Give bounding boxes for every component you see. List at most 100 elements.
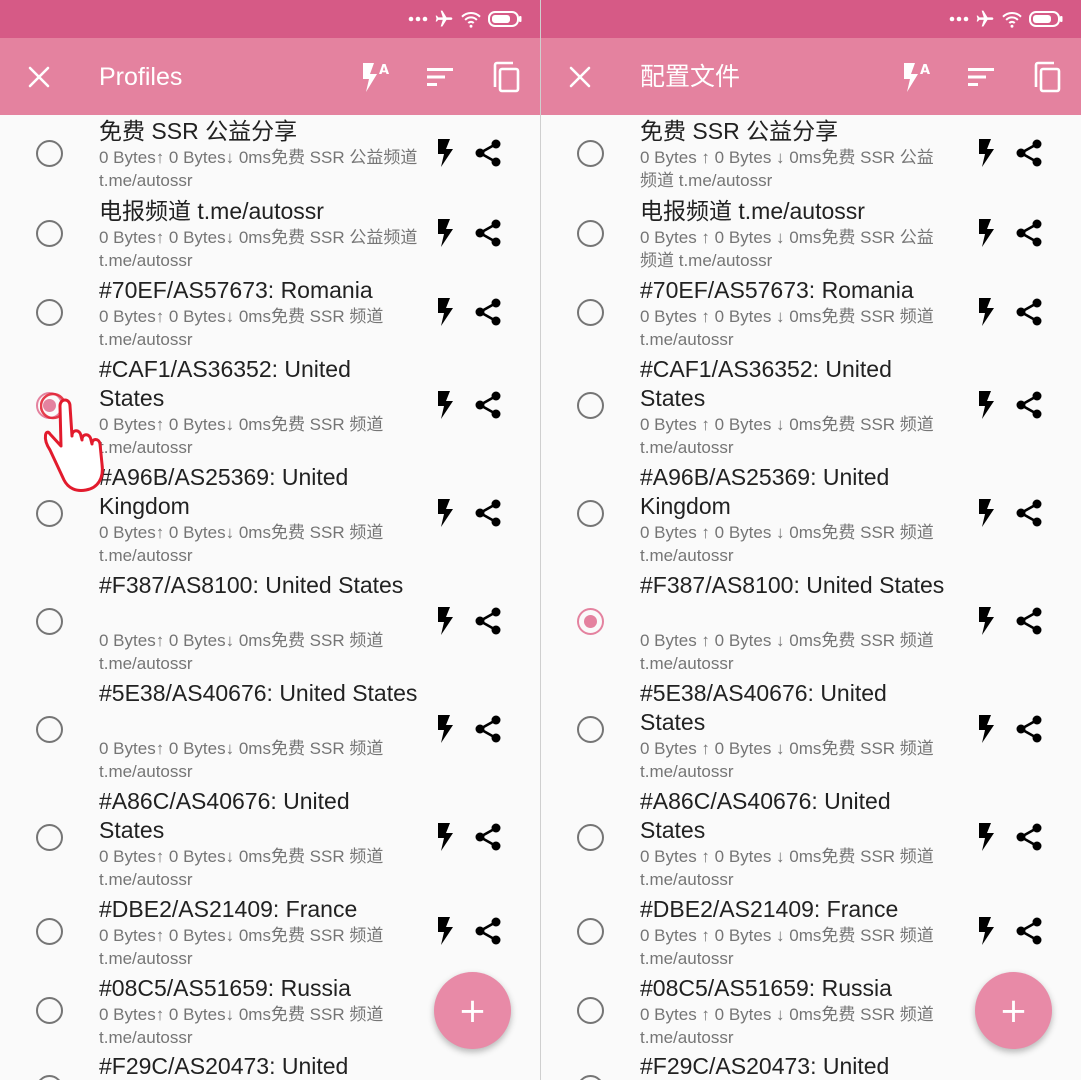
share-button[interactable] bbox=[472, 497, 504, 529]
profile-radio[interactable] bbox=[577, 608, 604, 635]
profile-row[interactable]: #DBE2/AS21409: France 0 Bytes↑ 0 Bytes↓ 0… bbox=[0, 893, 540, 972]
profile-radio[interactable] bbox=[577, 392, 604, 419]
profile-radio[interactable] bbox=[577, 500, 604, 527]
profile-row[interactable]: #A96B/AS25369: United Kingdom 0 Bytes ↑ 0… bbox=[541, 461, 1081, 569]
profile-radio[interactable] bbox=[577, 1075, 604, 1080]
share-button[interactable] bbox=[1013, 497, 1045, 529]
test-all-button[interactable]: A bbox=[896, 57, 936, 97]
profile-radio[interactable] bbox=[36, 608, 63, 635]
test-latency-button[interactable] bbox=[973, 714, 999, 744]
profile-row[interactable]: #F29C/AS20473: United bbox=[541, 1050, 1081, 1080]
close-button[interactable] bbox=[563, 60, 597, 94]
share-button[interactable] bbox=[1013, 713, 1045, 745]
profile-radio[interactable] bbox=[577, 299, 604, 326]
profile-radio[interactable] bbox=[577, 997, 604, 1024]
share-button[interactable] bbox=[472, 915, 504, 947]
profile-row[interactable]: 免费 SSR 公益分享 0 Bytes ↑ 0 Bytes ↓ 0ms免费 SSR… bbox=[541, 115, 1081, 195]
test-latency-button[interactable] bbox=[432, 916, 458, 946]
add-profile-button[interactable]: + bbox=[434, 972, 511, 1049]
share-button[interactable] bbox=[1013, 915, 1045, 947]
profile-stats: 0 Bytes ↑ 0 Bytes ↓ 0ms免费 SSR 频道 t.me/au… bbox=[640, 307, 934, 349]
sort-button[interactable] bbox=[420, 57, 460, 97]
profile-row[interactable]: #70EF/AS57673: Romania 0 Bytes↑ 0 Bytes↓ … bbox=[0, 274, 540, 353]
profile-row[interactable]: #5E38/AS40676: United States 0 Bytes ↑ 0 … bbox=[541, 677, 1081, 785]
test-latency-button[interactable] bbox=[432, 138, 458, 168]
battery-icon bbox=[1029, 11, 1063, 27]
profile-row[interactable]: #5E38/AS40676: United States 0 Bytes↑ 0 B… bbox=[0, 677, 540, 785]
test-latency-button[interactable] bbox=[973, 390, 999, 420]
share-button[interactable] bbox=[472, 217, 504, 249]
profile-radio[interactable] bbox=[577, 140, 604, 167]
test-latency-button[interactable] bbox=[973, 498, 999, 528]
test-latency-button[interactable] bbox=[432, 390, 458, 420]
profile-row[interactable]: 免费 SSR 公益分享 0 Bytes↑ 0 Bytes↓ 0ms免费 SSR 公… bbox=[0, 115, 540, 195]
profile-radio[interactable] bbox=[36, 824, 63, 851]
share-button[interactable] bbox=[1013, 296, 1045, 328]
share-button[interactable] bbox=[472, 137, 504, 169]
copy-button[interactable] bbox=[1027, 57, 1067, 97]
profile-row[interactable]: #CAF1/AS36352: United States 0 Bytes ↑ 0 … bbox=[541, 353, 1081, 461]
test-latency-button[interactable] bbox=[973, 916, 999, 946]
share-button[interactable] bbox=[472, 713, 504, 745]
copy-icon bbox=[1034, 61, 1061, 93]
share-icon bbox=[475, 499, 501, 527]
profile-row[interactable]: #DBE2/AS21409: France 0 Bytes ↑ 0 Bytes ↓… bbox=[541, 893, 1081, 972]
profile-stats: 0 Bytes↑ 0 Bytes↓ 0ms免费 SSR 公益频道 t.me/au… bbox=[99, 148, 418, 190]
share-button[interactable] bbox=[472, 389, 504, 421]
profile-radio[interactable] bbox=[36, 140, 63, 167]
profile-radio[interactable] bbox=[36, 500, 63, 527]
profile-row[interactable]: #F29C/AS20473: United bbox=[0, 1050, 540, 1080]
test-latency-button[interactable] bbox=[973, 138, 999, 168]
more-dots-icon bbox=[949, 16, 969, 22]
add-profile-button[interactable]: + bbox=[975, 972, 1052, 1049]
profile-title: #5E38/AS40676: United States bbox=[640, 680, 887, 735]
profile-radio[interactable] bbox=[36, 716, 63, 743]
profile-title: #5E38/AS40676: United States bbox=[99, 680, 418, 706]
profile-radio[interactable] bbox=[577, 918, 604, 945]
test-latency-button[interactable] bbox=[973, 218, 999, 248]
profile-radio[interactable] bbox=[36, 220, 63, 247]
test-latency-button[interactable] bbox=[432, 297, 458, 327]
profile-title: #08C5/AS51659: Russia bbox=[99, 975, 351, 1001]
share-button[interactable] bbox=[1013, 605, 1045, 637]
profile-radio[interactable] bbox=[577, 220, 604, 247]
test-latency-button[interactable] bbox=[432, 218, 458, 248]
share-icon bbox=[475, 607, 501, 635]
copy-button[interactable] bbox=[486, 57, 526, 97]
profile-radio[interactable] bbox=[577, 716, 604, 743]
share-button[interactable] bbox=[472, 296, 504, 328]
test-latency-button[interactable] bbox=[432, 606, 458, 636]
test-latency-button[interactable] bbox=[973, 606, 999, 636]
test-latency-button[interactable] bbox=[973, 822, 999, 852]
close-button[interactable] bbox=[22, 60, 56, 94]
test-all-button[interactable]: A bbox=[355, 57, 395, 97]
profile-row[interactable]: #70EF/AS57673: Romania 0 Bytes ↑ 0 Bytes … bbox=[541, 274, 1081, 353]
profile-row[interactable]: #A86C/AS40676: United States 0 Bytes ↑ 0 … bbox=[541, 785, 1081, 893]
share-button[interactable] bbox=[1013, 389, 1045, 421]
share-button[interactable] bbox=[472, 605, 504, 637]
sort-button[interactable] bbox=[961, 57, 1001, 97]
share-button[interactable] bbox=[472, 821, 504, 853]
profile-list[interactable]: 免费 SSR 公益分享 0 Bytes ↑ 0 Bytes ↓ 0ms免费 SSR… bbox=[541, 115, 1081, 1080]
test-latency-button[interactable] bbox=[432, 714, 458, 744]
share-button[interactable] bbox=[1013, 821, 1045, 853]
profile-radio[interactable] bbox=[36, 1075, 63, 1080]
profile-row[interactable]: 电报频道 t.me/autossr 0 Bytes↑ 0 Bytes↓ 0ms免费… bbox=[0, 195, 540, 274]
profile-radio[interactable] bbox=[36, 918, 63, 945]
profile-row[interactable]: #F387/AS8100: United States 0 Bytes↑ 0 By… bbox=[0, 569, 540, 677]
profile-title: #F29C/AS20473: United bbox=[99, 1053, 349, 1079]
profile-radio[interactable] bbox=[577, 824, 604, 851]
profile-radio[interactable] bbox=[36, 299, 63, 326]
share-icon bbox=[1016, 607, 1042, 635]
share-button[interactable] bbox=[1013, 137, 1045, 169]
test-latency-button[interactable] bbox=[973, 297, 999, 327]
share-button[interactable] bbox=[1013, 217, 1045, 249]
profile-radio[interactable] bbox=[36, 997, 63, 1024]
profile-row[interactable]: #A86C/AS40676: United States 0 Bytes↑ 0 B… bbox=[0, 785, 540, 893]
profile-list[interactable]: 免费 SSR 公益分享 0 Bytes↑ 0 Bytes↓ 0ms免费 SSR 公… bbox=[0, 115, 540, 1080]
profiles-screen-left: Profiles A 免费 SSR 公益分享 0 Bytes↑ 0 Bytes↓ … bbox=[0, 0, 540, 1080]
profile-row[interactable]: #F387/AS8100: United States 0 Bytes ↑ 0 B… bbox=[541, 569, 1081, 677]
test-latency-button[interactable] bbox=[432, 822, 458, 852]
profile-row[interactable]: 电报频道 t.me/autossr 0 Bytes ↑ 0 Bytes ↓ 0ms… bbox=[541, 195, 1081, 274]
test-latency-button[interactable] bbox=[432, 498, 458, 528]
